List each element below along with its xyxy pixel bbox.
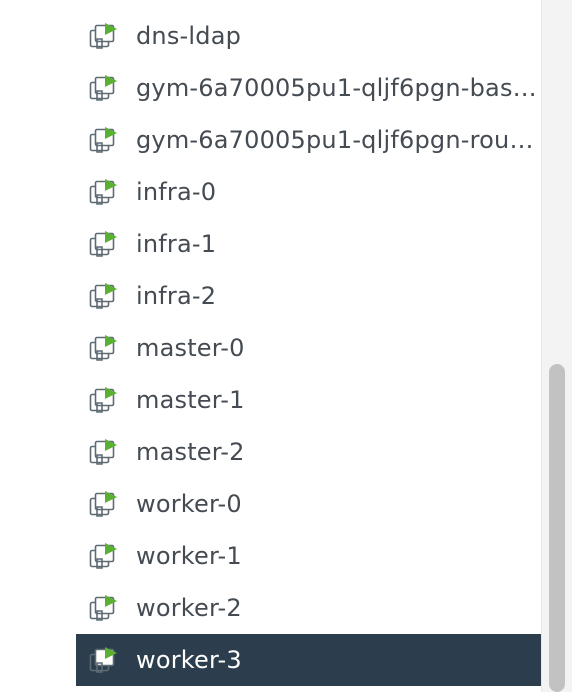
tree-item-infra-1[interactable]: infra-1 — [0, 218, 542, 270]
tree-item-label: worker-2 — [136, 594, 242, 622]
vm-powered-on-icon — [89, 647, 117, 673]
vm-powered-on-icon — [89, 283, 117, 309]
vm-tree-panel: dns-ldap gym-6a70005pu1-qljf6pgn-bas… gy… — [0, 0, 572, 692]
tree-item-worker-0[interactable]: worker-0 — [0, 478, 542, 530]
vm-powered-on-icon — [89, 127, 117, 153]
tree-item-master-1[interactable]: master-1 — [0, 374, 542, 426]
tree-item-label: worker-1 — [136, 542, 242, 570]
vm-powered-on-icon — [89, 335, 117, 361]
vm-powered-on-icon — [89, 595, 117, 621]
tree-item-gym-6a70005pu1-qljf6pgn-bas[interactable]: gym-6a70005pu1-qljf6pgn-bas… — [0, 62, 542, 114]
scrollbar-thumb[interactable] — [549, 364, 565, 692]
tree-item-worker-3[interactable]: worker-3 — [76, 634, 543, 686]
tree-item-label: dns-ldap — [136, 22, 242, 50]
tree-item-infra-2[interactable]: infra-2 — [0, 270, 542, 322]
tree-item-label: infra-0 — [136, 178, 217, 206]
vm-powered-on-icon — [89, 23, 117, 49]
tree-item-label: worker-3 — [136, 646, 242, 674]
vertical-scrollbar[interactable] — [541, 0, 572, 692]
tree-item-gym-6a70005pu1-qljf6pgn-rou[interactable]: gym-6a70005pu1-qljf6pgn-rou… — [0, 114, 542, 166]
tree-item-label: infra-2 — [136, 282, 217, 310]
vm-tree-list: dns-ldap gym-6a70005pu1-qljf6pgn-bas… gy… — [0, 10, 543, 686]
tree-item-label: gym-6a70005pu1-qljf6pgn-bas… — [136, 74, 537, 102]
tree-item-label: master-0 — [136, 334, 245, 362]
tree-item-infra-0[interactable]: infra-0 — [0, 166, 542, 218]
tree-item-worker-2[interactable]: worker-2 — [0, 582, 542, 634]
vm-powered-on-icon — [89, 179, 117, 205]
tree-item-dns-ldap[interactable]: dns-ldap — [0, 10, 542, 62]
vm-powered-on-icon — [89, 439, 117, 465]
tree-item-label: gym-6a70005pu1-qljf6pgn-rou… — [136, 126, 534, 154]
vm-powered-on-icon — [89, 75, 117, 101]
vm-powered-on-icon — [89, 387, 117, 413]
vm-powered-on-icon — [89, 543, 117, 569]
tree-item-worker-1[interactable]: worker-1 — [0, 530, 542, 582]
tree-item-master-0[interactable]: master-0 — [0, 322, 542, 374]
tree-item-label: worker-0 — [136, 490, 242, 518]
vm-powered-on-icon — [89, 491, 117, 517]
tree-item-label: master-2 — [136, 438, 245, 466]
tree-item-label: infra-1 — [136, 230, 217, 258]
tree-item-label: master-1 — [136, 386, 245, 414]
vm-powered-on-icon — [89, 231, 117, 257]
tree-item-master-2[interactable]: master-2 — [0, 426, 542, 478]
